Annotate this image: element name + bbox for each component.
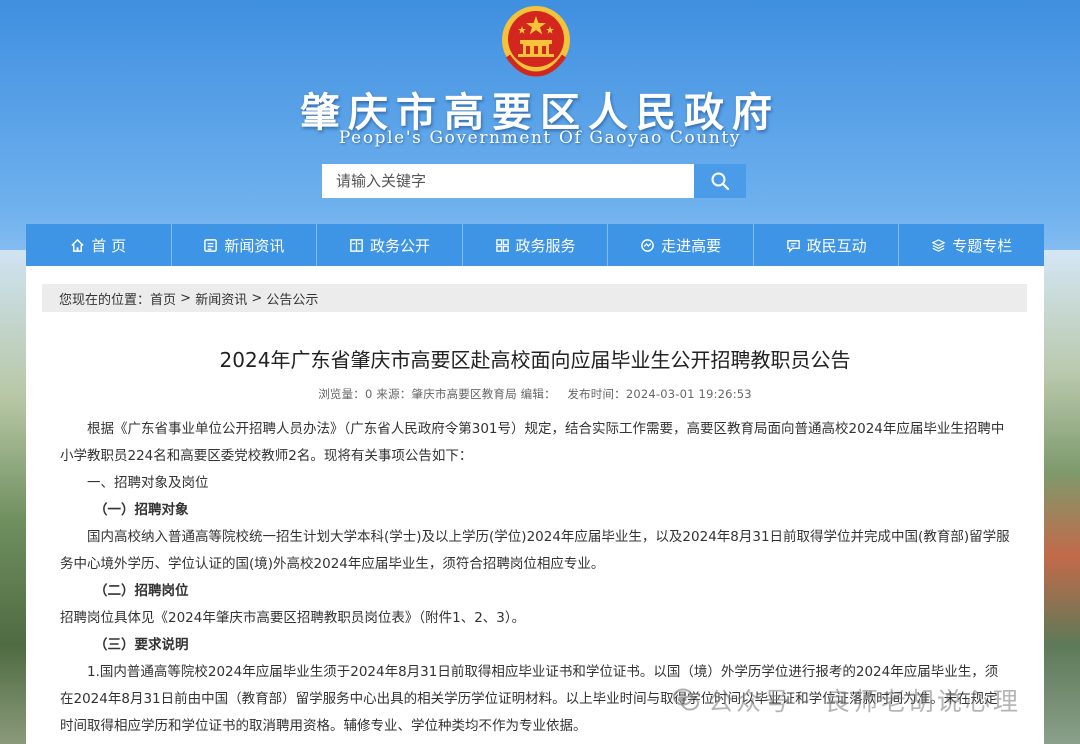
publish-time-label: 发布时间： — [567, 387, 626, 401]
breadcrumb: 您现在的位置： 首页 > 新闻资讯 > 公告公示 — [42, 284, 1027, 312]
background-scenery-right — [1044, 250, 1080, 744]
views-count: 0 — [365, 387, 373, 401]
main-content: 您现在的位置： 首页 > 新闻资讯 > 公告公示 2024年广东省肇庆市高要区赴… — [26, 266, 1044, 744]
nav-item-government-affairs[interactable]: 政务公开 — [317, 224, 463, 266]
article-paragraph: 根据《广东省事业单位公开招聘人员办法》（广东省人民政府令第301号）规定，结合实… — [60, 421, 1005, 464]
book-icon — [350, 238, 363, 252]
site-subtitle: People's Government Of Gaoyao County — [338, 128, 742, 148]
breadcrumb-separator: > — [176, 290, 196, 306]
editor-label: 编辑： — [520, 387, 556, 401]
nav-item-services[interactable]: 政务服务 — [463, 224, 609, 266]
breadcrumb-link-announcements[interactable]: 公告公示 — [266, 289, 318, 308]
subsection-heading: （一）招聘对象 — [94, 502, 189, 518]
breadcrumb-link-news[interactable]: 新闻资讯 — [195, 289, 247, 308]
national-emblem-icon — [502, 6, 570, 77]
search-bar — [322, 164, 746, 198]
breadcrumb-separator: > — [247, 290, 267, 306]
search-input[interactable] — [322, 164, 694, 198]
nav-label: 走进高要 — [661, 236, 722, 255]
article-meta: 浏览量：0 来源：肇庆市高要区教育局 编辑： 发布时间：2024-03-01 1… — [26, 386, 1044, 402]
source-label: 来源： — [376, 387, 412, 401]
section-heading: 一、招聘对象及岗位 — [87, 475, 209, 491]
nav-label: 专题专栏 — [952, 236, 1013, 255]
gauge-icon — [641, 238, 654, 252]
nav-label: 新闻资讯 — [224, 236, 285, 255]
nav-item-home[interactable]: 首 页 — [26, 224, 172, 266]
background-scenery-left — [0, 250, 26, 744]
site-header: 肇庆市高要区人民政府 People's Government Of Gaoyao… — [0, 0, 1080, 222]
nav-item-interaction[interactable]: 政民互动 — [754, 224, 900, 266]
search-button[interactable] — [694, 164, 746, 198]
views-label: 浏览量： — [318, 387, 365, 401]
chat-icon — [786, 239, 800, 253]
nav-label: 政民互动 — [806, 236, 867, 255]
article-paragraph: 招聘岗位具体见《2024年肇庆市高要区招聘教职员岗位表》（附件1、2、3）。 — [60, 610, 526, 626]
nav-item-about-gaoyao[interactable]: 走进高要 — [608, 224, 754, 266]
breadcrumb-prefix: 您现在的位置： — [59, 292, 151, 308]
home-icon — [71, 238, 85, 252]
nav-item-news[interactable]: 新闻资讯 — [172, 224, 318, 266]
grid-icon — [495, 238, 509, 252]
article-title: 2024年广东省肇庆市高要区赴高校面向应届毕业生公开招聘教职员公告 — [219, 348, 851, 372]
nav-label: 政务公开 — [369, 236, 430, 255]
layers-icon — [931, 238, 946, 252]
source-value: 肇庆市高要区教育局 — [411, 387, 517, 401]
article-paragraph: 国内高校纳入普通高等院校统一招生计划大学本科(学士)及以上学历(学位)2024年… — [60, 529, 1010, 572]
nav-label: 首 页 — [91, 236, 127, 255]
article-paragraph: 1.国内普通高等院校2024年应届毕业生须于2024年8月31日前取得相应毕业证… — [60, 664, 999, 734]
main-nav: 首 页 新闻资讯 政务公开 政务服务 走进高要 政民互动 专题专栏 — [26, 224, 1044, 266]
search-icon — [711, 172, 730, 191]
article-body: 根据《广东省事业单位公开招聘人员办法》（广东省人民政府令第301号）规定，结合实… — [60, 416, 1010, 740]
news-icon — [204, 238, 218, 252]
nav-label: 政务服务 — [515, 236, 576, 255]
publish-time: 2024-03-01 19:26:53 — [625, 387, 752, 401]
nav-item-special-topics[interactable]: 专题专栏 — [899, 224, 1044, 266]
subsection-heading: （二）招聘岗位 — [94, 583, 189, 599]
breadcrumb-link-home[interactable]: 首页 — [150, 289, 176, 308]
subsection-heading: （三）要求说明 — [94, 637, 189, 653]
